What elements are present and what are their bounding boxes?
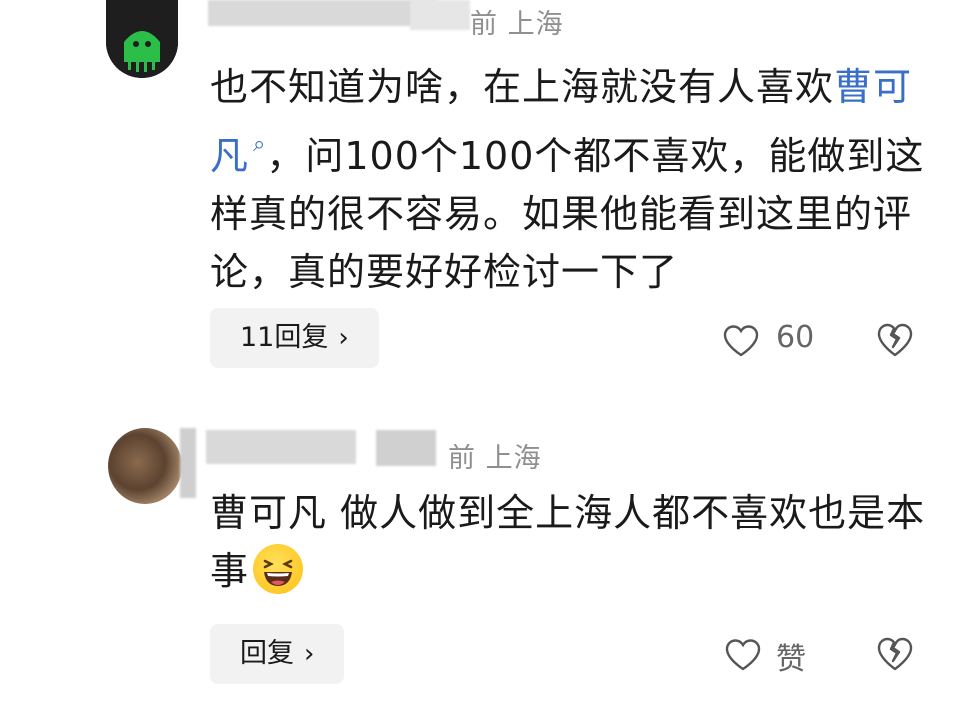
comment-text: 曹可凡 做人做到全上海人都不喜欢也是本事 (210, 491, 926, 594)
comment-item: 前 上海 也不知道为啥，在上海就没有人喜欢曹可凡 ⌕，问100个100个都不喜欢，… (0, 0, 960, 400)
avatar[interactable] (108, 428, 182, 504)
search-icon[interactable]: ⌕ (253, 132, 266, 157)
comment-item: 前 上海 曹可凡 做人做到全上海人都不喜欢也是本事 回复 › 赞 (0, 400, 960, 724)
avatar[interactable] (106, 0, 178, 78)
timestamp-redacted (376, 430, 436, 466)
avatar-redacted-edge (180, 428, 196, 498)
heart-icon[interactable] (724, 638, 762, 672)
comment-text: 也不知道为啥，在上海就没有人喜欢曹可凡 ⌕，问100个100个都不喜欢，能做到这样… (210, 65, 925, 294)
comment-location: 前 上海 (470, 9, 564, 40)
username-redacted (208, 0, 438, 26)
broken-heart-icon[interactable] (876, 636, 914, 672)
heart-icon[interactable] (722, 324, 760, 358)
comment-location: 前 上海 (448, 443, 542, 474)
timestamp-redacted (410, 0, 470, 30)
chevron-right-icon: › (338, 323, 349, 353)
chevron-right-icon: › (304, 639, 315, 669)
like-label: 赞 (776, 642, 806, 677)
view-replies-button[interactable]: 11回复 › (210, 308, 379, 368)
laughing-face-icon (253, 544, 304, 594)
broken-heart-icon[interactable] (876, 322, 914, 358)
username-redacted (206, 430, 356, 464)
reply-button[interactable]: 回复 › (210, 624, 345, 684)
like-count: 60 (776, 320, 815, 355)
